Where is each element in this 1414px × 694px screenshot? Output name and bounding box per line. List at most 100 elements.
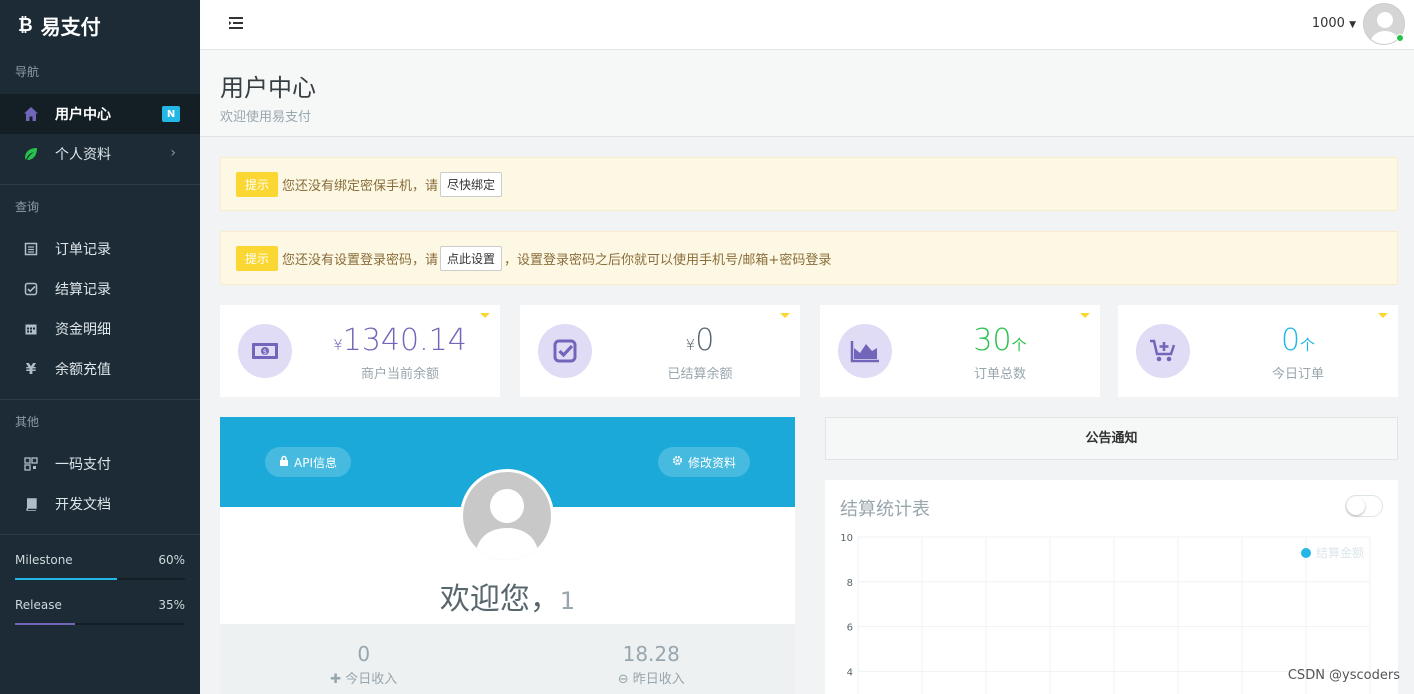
y-tick-label: 10	[840, 533, 853, 544]
stat-label: 今日订单	[1271, 367, 1324, 382]
progress-label: Milestone	[15, 553, 73, 567]
menu-toggle-icon[interactable]	[228, 16, 244, 30]
area-chart-icon	[838, 324, 892, 378]
sidebar-item-label: 个人资料	[55, 147, 111, 163]
profile-panel: API信息 修改资料 欢迎您，1 0 ✚ 今日收入 18.28 ⊖ 昨日收入	[220, 417, 795, 694]
svg-text:$: $	[263, 348, 267, 356]
top-bar: 1000 ▼	[200, 0, 1414, 50]
lock-icon	[279, 455, 289, 469]
stat-card-settled: ¥0 已结算余额	[520, 305, 800, 397]
sidebar-item-profile[interactable]: 个人资料 ›	[0, 134, 200, 174]
set-password-button[interactable]: 点此设置	[440, 245, 503, 271]
qrcode-icon	[22, 455, 40, 473]
page-title: 用户中心	[220, 74, 316, 102]
stat-number: 30	[973, 323, 1012, 358]
stat-value: ¥0	[600, 323, 800, 358]
progress-percent: 35%	[158, 598, 185, 612]
legend-swatch	[1301, 548, 1311, 558]
progress-track	[15, 578, 185, 580]
alert-text: 您还没有绑定密保手机，请	[282, 178, 439, 194]
alert-password: 提示 您还没有设置登录密码，请 点此设置 ，设置登录密码之后你就可以使用手机号/…	[220, 231, 1398, 285]
progress-milestone: Milestone 60%	[15, 553, 185, 580]
today-income-value: 0	[357, 642, 371, 666]
sidebar-item-orders[interactable]: 订单记录	[0, 229, 200, 269]
edit-profile-button[interactable]: 修改资料	[657, 447, 750, 477]
stat-number: 1340.14	[342, 323, 467, 358]
stat-label: 订单总数	[973, 367, 1026, 382]
y-tick-label: 6	[847, 623, 853, 634]
yesterday-income-value: 18.28	[622, 642, 680, 666]
brand-name: 易支付	[40, 14, 101, 39]
sidebar-item-user-center[interactable]: 用户中心 N	[0, 94, 200, 134]
stat-label: 已结算余额	[667, 367, 733, 382]
settlement-chart-panel: 结算统计表 108642结算金额	[825, 480, 1398, 694]
leaf-icon	[22, 145, 40, 163]
alert-text-after: ，设置登录密码之后你就可以使用手机号/邮箱+密码登录	[504, 252, 832, 268]
watermark: CSDN @yscoders	[1287, 668, 1400, 683]
stat-card-orders: 30个 订单总数	[820, 305, 1100, 397]
sidebar-item-onecode[interactable]: 一码支付	[0, 444, 200, 484]
user-id: 1	[559, 587, 576, 615]
list-icon	[22, 240, 40, 258]
welcome-label: 欢迎您，	[439, 582, 560, 617]
legend-label: 结算金额	[1316, 545, 1364, 560]
sidebar-item-label: 余额充值	[55, 362, 111, 378]
bind-phone-button[interactable]: 尽快绑定	[440, 171, 503, 197]
notice-panel-heading[interactable]: 公告通知	[825, 417, 1398, 460]
chevron-right-icon: ›	[170, 145, 176, 161]
progress-fill	[15, 578, 117, 580]
progress-label: Release	[15, 598, 62, 612]
caret-down-icon[interactable]	[1378, 313, 1388, 318]
stat-value: 30个	[900, 323, 1100, 358]
settlement-chart: 108642结算金额	[840, 533, 1371, 694]
sidebar-item-recharge[interactable]: ¥ 余额充值	[0, 349, 200, 389]
today-income-label: 今日收入	[345, 672, 398, 687]
stat-label: 商户当前余额	[360, 367, 439, 382]
bitcoin-logo-icon: ₿	[18, 14, 33, 36]
stat-prefix: ¥	[685, 336, 696, 354]
alert-tag: 提示	[236, 245, 279, 271]
sidebar-item-funds[interactable]: 资金明细	[0, 309, 200, 349]
user-menu[interactable]: 1000 ▼	[1312, 16, 1356, 31]
page-subtitle: 欢迎使用易支付	[220, 110, 312, 125]
page-header: 用户中心 欢迎使用易支付	[200, 50, 1414, 137]
minus-circle-icon: ⊖	[617, 672, 629, 687]
stat-number: 0	[695, 323, 715, 358]
caret-down-icon[interactable]	[780, 313, 790, 318]
check-square-icon	[538, 324, 592, 378]
check-square-icon	[22, 280, 40, 298]
yesterday-income: 18.28 ⊖ 昨日收入	[508, 624, 796, 694]
stat-card-today-orders: 0个 今日订单	[1118, 305, 1398, 397]
sidebar-item-label: 订单记录	[55, 242, 111, 258]
alert-tag: 提示	[236, 171, 279, 197]
caret-down-icon[interactable]	[480, 313, 490, 318]
stat-value: ¥1340.14	[300, 323, 500, 358]
cart-plus-icon	[1136, 324, 1190, 378]
calendar-icon	[22, 320, 40, 338]
nav-section-heading: 查询	[15, 200, 40, 214]
y-tick-label: 8	[847, 578, 853, 589]
sidebar-item-label: 资金明细	[55, 322, 111, 338]
stat-card-balance: $ ¥1340.14 商户当前余额	[220, 305, 500, 397]
alert-text: 您还没有设置登录密码，请	[282, 252, 439, 268]
stat-suffix: 个	[1011, 336, 1027, 354]
nav-section-heading: 其他	[15, 415, 40, 429]
sidebar-item-docs[interactable]: 开发文档	[0, 484, 200, 524]
progress-track	[15, 623, 185, 625]
plus-icon: ✚	[330, 672, 342, 687]
gear-icon	[672, 455, 683, 469]
sidebar-item-settlements[interactable]: 结算记录	[0, 269, 200, 309]
brand[interactable]: ₿ 易支付	[0, 0, 200, 50]
caret-down-icon[interactable]	[1080, 313, 1090, 318]
book-icon	[22, 495, 40, 513]
divider	[0, 534, 200, 535]
avatar[interactable]	[460, 469, 554, 563]
progress-fill	[15, 623, 75, 625]
api-info-button[interactable]: API信息	[265, 447, 351, 477]
stat-suffix: 个	[1300, 336, 1316, 354]
new-badge: N	[162, 106, 180, 122]
edit-profile-label: 修改资料	[687, 455, 736, 470]
caret-down-icon: ▼	[1349, 20, 1356, 30]
alert-phone: 提示 您还没有绑定密保手机，请 尽快绑定	[220, 157, 1398, 211]
user-number: 1000	[1311, 16, 1345, 31]
